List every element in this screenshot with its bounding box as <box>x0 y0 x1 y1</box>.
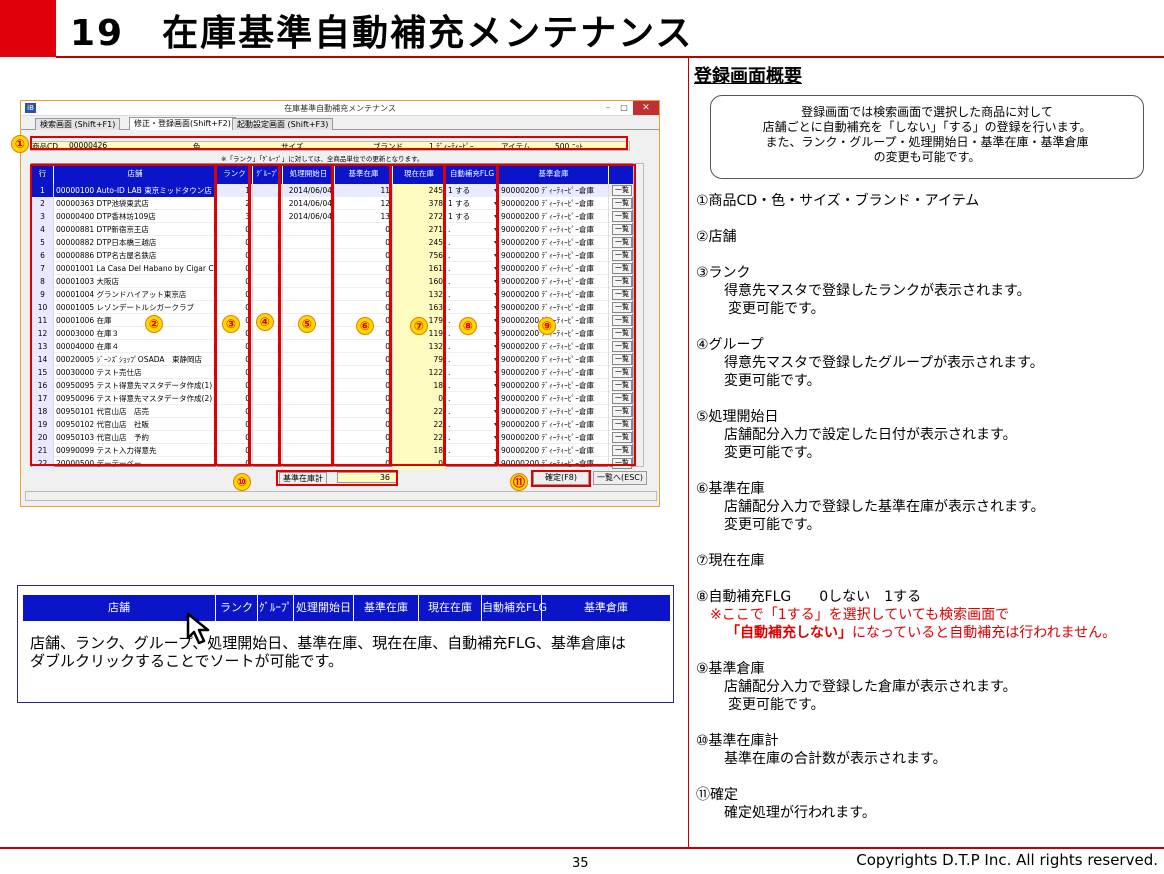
point-desc: 変更可能です。 <box>728 697 825 713</box>
marker-8: ⑧ <box>459 317 477 335</box>
point-title: ③ランク <box>696 265 751 281</box>
point-title: ⑦現在在庫 <box>696 553 765 569</box>
back-button[interactable]: 一覧へ(ESC) <box>593 471 647 485</box>
sort-col-date[interactable]: 処理開始日 <box>294 595 354 621</box>
update-note: ※「ランク」「ｸﾞﾙｰﾌﾟ」に対しては、全商品単位での更新となります。 <box>221 155 424 163</box>
point-title: ⑤処理開始日 <box>696 409 779 425</box>
point-title: ②店舗 <box>696 229 737 245</box>
maximize-icon[interactable]: □ <box>617 102 631 114</box>
point-item: ③ランク得意先マスタで登録したランクが表示されます。変更可能です。 <box>696 264 1156 318</box>
highlight-store <box>30 164 216 466</box>
marker-5: ⑤ <box>298 315 316 333</box>
sort-col-wh[interactable]: 基準倉庫 <box>542 595 670 621</box>
flg-warning: ※ここで「1する」を選択していても検索画面で <box>710 607 1010 623</box>
flg-warning-bold: 「自動補充しない」 <box>726 625 852 641</box>
point-list: ①商品CD・色・サイズ・ブランド・アイテム ②店舗 ③ランク得意先マスタで登録し… <box>696 192 1156 840</box>
callout-line: の変更も可能です。 <box>873 150 981 164</box>
point-desc: 変更可能です。 <box>728 301 825 317</box>
overview-heading: 登録画面概要 <box>694 66 802 87</box>
sort-text-line1: 店舗、ランク、グループ、処理開始日、基準在庫、現在在庫、自動補充FLG、基準倉庫… <box>30 634 626 652</box>
point-item: ⑤処理開始日店舗配分入力で設定した日付が表示されます。 変更可能です。 <box>696 408 1156 462</box>
point-title: ⑨基準倉庫 <box>696 661 765 677</box>
marker-3: ③ <box>222 315 240 333</box>
highlight-std <box>332 164 391 466</box>
slide: 19 在庫基準自動補充メンテナンス iB 在庫基準自動補充メンテナンス – □ … <box>0 0 1164 874</box>
tab-search[interactable]: 検索画面 (Shift+F1) <box>35 118 121 130</box>
column-divider <box>688 58 689 848</box>
marker-7: ⑦ <box>410 317 428 335</box>
point-title: ⑪確定 <box>696 787 738 803</box>
tab-startup[interactable]: 起動設定画面 (Shift+F3) <box>232 118 334 130</box>
highlight-total <box>276 470 398 486</box>
highlight-warehouse <box>497 164 636 466</box>
point-desc: 確定処理が行われます。 <box>724 805 876 821</box>
header-underline <box>56 56 1164 58</box>
sort-col-cur[interactable]: 現在在庫 <box>419 595 482 621</box>
point-desc: 店舗配分入力で登録した基準在庫が表示されます。 <box>724 499 1045 515</box>
window-titlebar: iB 在庫基準自動補充メンテナンス – □ ✕ <box>21 101 659 116</box>
point-title: ⑧自動補充FLG 0しない 1する <box>696 589 922 605</box>
tab-edit[interactable]: 修正・登録画面(Shift+F2) <box>129 117 236 130</box>
sort-demo-header: 店舗 ランク ｸﾞﾙｰﾌﾟ 処理開始日 基準在庫 現在在庫 自動補充FLG 基準… <box>23 595 670 621</box>
marker-1: ① <box>11 135 29 153</box>
callout-line: 店舗ごとに自動補充を「しない」「する」の登録を行います。 <box>762 120 1092 134</box>
point-desc: 店舗配分入力で登録した倉庫が表示されます。 <box>724 679 1017 695</box>
point-item: ⑦現在在庫 <box>696 552 1156 570</box>
point-desc: 基準在庫の合計数が表示されます。 <box>724 751 947 767</box>
callout-line: また、ランク・グループ・処理開始日・基準在庫・基準倉庫 <box>765 135 1089 149</box>
flg-warning-rest: になっていると自動補充は行われません。 <box>852 625 1117 641</box>
point-item: ①商品CD・色・サイズ・ブランド・アイテム <box>696 192 1156 210</box>
tab-bar: 検索画面 (Shift+F1) 修正・登録画面(Shift+F2) 起動設定画面… <box>21 116 659 130</box>
point-item: ⑩基準在庫計基準在庫の合計数が表示されます。 <box>696 732 1156 768</box>
point-desc: 変更可能です。 <box>724 517 821 533</box>
point-title: ④グループ <box>696 337 764 353</box>
minimize-icon[interactable]: – <box>601 102 615 114</box>
page-number: 35 <box>572 856 589 871</box>
point-title: ⑩基準在庫計 <box>696 733 779 749</box>
sort-description: 店舗、ランク、グループ、処理開始日、基準在庫、現在在庫、自動補充FLG、基準倉庫… <box>30 634 626 670</box>
overview-callout: 登録画面では検索画面で選択した商品に対して 店舗ごとに自動補充を「しない」「する… <box>710 95 1144 179</box>
point-title: ①商品CD・色・サイズ・ブランド・アイテム <box>696 193 980 209</box>
marker-11: ⑪ <box>510 473 528 491</box>
marker-2: ② <box>145 315 163 333</box>
sort-col-group[interactable]: ｸﾞﾙｰﾌﾟ <box>258 595 294 621</box>
marker-10: ⑩ <box>233 473 251 491</box>
header-accent-bar <box>0 0 56 57</box>
close-icon[interactable]: ✕ <box>633 101 659 115</box>
sort-text-line2: ダブルクリックすることでソートが可能です。 <box>30 652 344 670</box>
marker-4: ④ <box>256 313 274 331</box>
status-bar <box>25 491 657 501</box>
page-title: 19 在庫基準自動補充メンテナンス <box>70 13 694 54</box>
point-desc: 変更可能です。 <box>724 445 821 461</box>
point-item: ⑧自動補充FLG 0しない 1する ※ここで「1する」を選択していても検索画面で「… <box>696 588 1156 642</box>
callout-line: 登録画面では検索画面で選択した商品に対して <box>801 105 1053 119</box>
marker-9: ⑨ <box>538 317 556 335</box>
sort-col-rank[interactable]: ランク <box>216 595 258 621</box>
point-item: ②店舗 <box>696 228 1156 246</box>
point-item: ⑪確定確定処理が行われます。 <box>696 786 1156 822</box>
highlight-confirm <box>531 470 591 487</box>
point-desc: 得意先マスタで登録したグループが表示されます。 <box>724 355 1044 371</box>
point-item: ⑨基準倉庫店舗配分入力で登録した倉庫が表示されます。変更可能です。 <box>696 660 1156 714</box>
window-title: 在庫基準自動補充メンテナンス <box>284 104 396 113</box>
copyright: Copyrights D.T.P Inc. All rights reserve… <box>856 851 1158 869</box>
point-item: ④グループ得意先マスタで登録したグループが表示されます。 変更可能です。 <box>696 336 1156 390</box>
point-desc: 店舗配分入力で設定した日付が表示されます。 <box>724 427 1017 443</box>
point-desc: 得意先マスタで登録したランクが表示されます。 <box>724 283 1031 299</box>
point-desc: 変更可能です。 <box>724 373 821 389</box>
marker-6: ⑥ <box>356 317 374 335</box>
footer-line <box>0 847 1164 849</box>
highlight-criteria <box>30 136 628 150</box>
point-item: ⑥基準在庫店舗配分入力で登録した基準在庫が表示されます。 変更可能です。 <box>696 480 1156 534</box>
point-title: ⑥基準在庫 <box>696 481 765 497</box>
sort-col-std[interactable]: 基準在庫 <box>354 595 419 621</box>
highlight-cur <box>390 164 445 466</box>
sort-col-flg[interactable]: 自動補充FLG <box>482 595 547 621</box>
highlight-flg <box>444 164 498 466</box>
mouse-cursor-icon <box>186 612 210 645</box>
sort-info-box: 店舗 ランク ｸﾞﾙｰﾌﾟ 処理開始日 基準在庫 現在在庫 自動補充FLG 基準… <box>17 585 674 703</box>
